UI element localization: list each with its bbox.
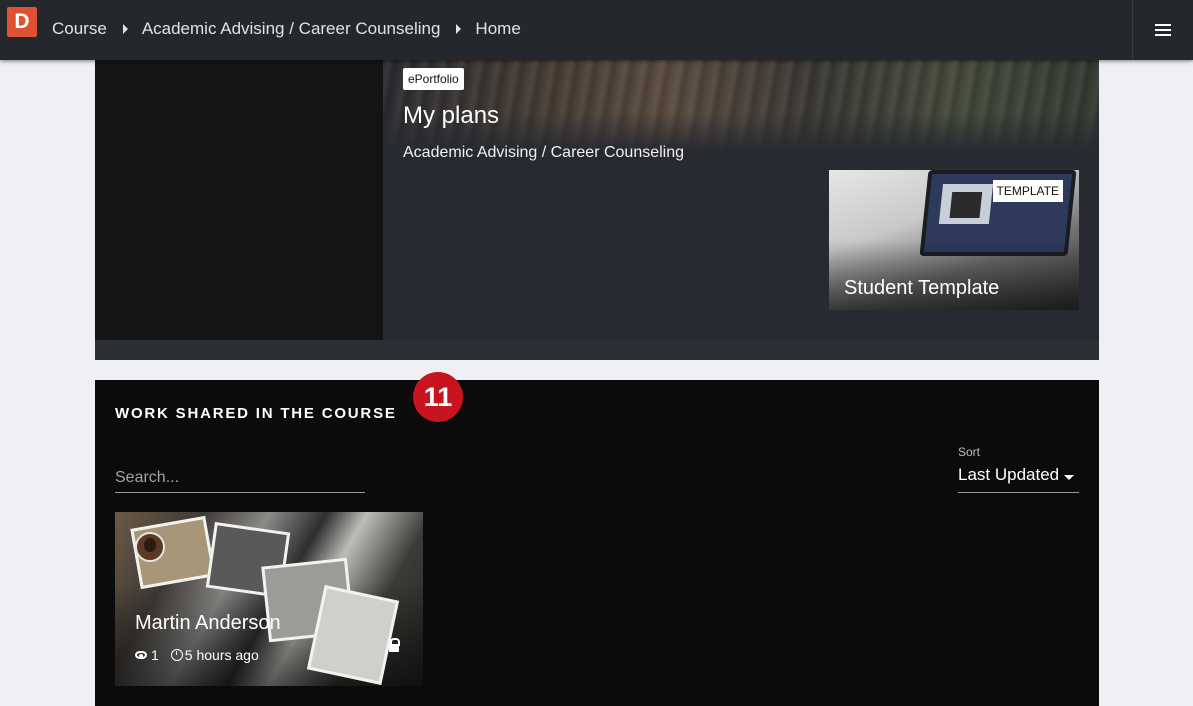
breadcrumb: Course Academic Advising / Career Counse…	[52, 0, 521, 58]
portfolio-header-footer	[95, 340, 1099, 360]
chevron-right-icon	[122, 24, 128, 34]
view-count: 1	[151, 647, 159, 663]
breadcrumb-course[interactable]: Course	[52, 19, 107, 39]
portfolio-cover-panel	[95, 60, 383, 340]
eportfolio-badge: ePortfolio	[403, 68, 464, 90]
top-bar: D Course Academic Advising / Career Coun…	[0, 0, 1193, 60]
card-author: Martin Anderson	[135, 612, 281, 634]
student-template-card[interactable]: TEMPLATE Student Template	[829, 170, 1079, 310]
menu-icon	[1155, 24, 1171, 36]
caret-down-icon	[1064, 475, 1074, 480]
clock-icon	[170, 649, 183, 661]
updated-time: 5 hours ago	[184, 647, 259, 663]
lock-icon	[389, 638, 400, 652]
card-image-photo	[306, 585, 400, 685]
sort-label: Sort	[958, 445, 981, 459]
app-logo[interactable]: D	[7, 7, 37, 37]
work-count-badge: 11	[413, 372, 463, 422]
sort-value: Last Updated	[958, 465, 1060, 484]
template-badge: TEMPLATE	[992, 180, 1063, 202]
chevron-right-icon	[456, 24, 462, 34]
portfolio-title: My plans	[403, 102, 500, 129]
portfolio-header: ePortfolio My plans Academic Advising / …	[95, 60, 1099, 360]
template-card-title: Student Template	[844, 277, 1000, 299]
breadcrumb-advising[interactable]: Academic Advising / Career Counseling	[142, 19, 441, 39]
card-meta: 1 5 hours ago	[135, 647, 259, 663]
eye-icon	[135, 651, 147, 659]
search-input[interactable]	[115, 464, 365, 493]
sort-select[interactable]: Last Updated	[958, 465, 1079, 493]
section-title: WORK SHARED IN THE COURSE	[115, 405, 397, 422]
portfolio-subtitle: Academic Advising / Career Counseling	[403, 144, 685, 161]
menu-button[interactable]	[1132, 0, 1193, 60]
avatar	[135, 532, 165, 562]
breadcrumb-home: Home	[475, 19, 521, 38]
work-shared-section: WORK SHARED IN THE COURSE 11 Sort Last U…	[95, 372, 1099, 706]
work-card[interactable]: Martin Anderson 1 5 hours ago	[115, 512, 423, 686]
